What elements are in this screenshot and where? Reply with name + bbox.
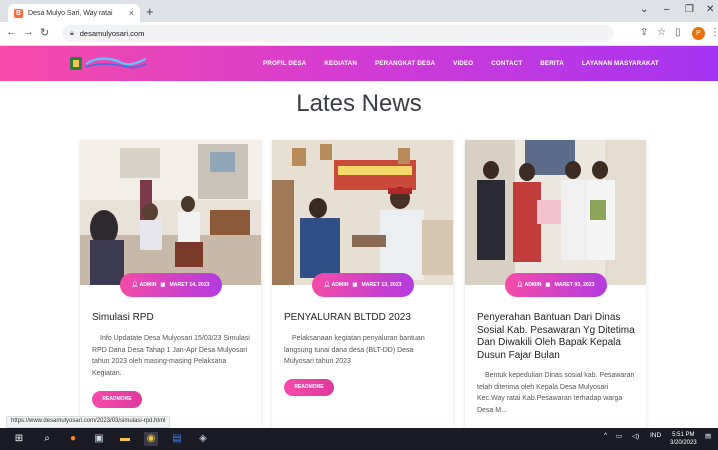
firefox-icon[interactable]: ● [66, 432, 80, 446]
clock-date: 3/20/2023 [670, 440, 697, 446]
nav-perangkat-desa[interactable]: PERANGKAT DESA [375, 60, 435, 67]
url-text: desamulyosari.com [79, 29, 145, 38]
post-meta: 👤︎ ADMIN ▦ MARET 03, 2023 [504, 273, 607, 297]
link-status-url: https://www.desamulyosari.com/2023/03/si… [6, 416, 171, 428]
news-photo[interactable] [80, 140, 261, 285]
readmore-button[interactable]: READMORE [92, 391, 142, 408]
section-heading: Lates News [296, 90, 422, 117]
system-clock[interactable]: 5:51 PM 3/20/2023 [670, 431, 697, 447]
readmore-button[interactable]: READMORE [284, 379, 334, 396]
browser-toolbar: ← → ↻ 🔒︎ desamulyosari.com ⇪ ☆ ▯ P ⋮ [0, 22, 718, 46]
site-logo[interactable] [70, 55, 148, 72]
post-excerpt: Pelaksanaan kegiatan penyaluran bantuan … [284, 335, 425, 365]
windows-taskbar: ⊞ ⌕ ● ▣ ▬ ◉ ▤ ◈ ^ ▭ ◁) IND 5:51 PM 3/20/… [0, 428, 718, 450]
calendar-icon: ▦ [545, 282, 551, 288]
language-indicator[interactable]: IND [650, 432, 661, 439]
calendar-icon: ▦ [160, 282, 166, 288]
post-date[interactable]: MARET 03, 2023 [554, 282, 594, 288]
forward-icon[interactable]: → [23, 26, 34, 38]
news-photo[interactable] [465, 140, 646, 285]
news-card: 👤︎ ADMIN ▦ MARET 14, 2023 Simulasi RPD In… [80, 140, 261, 428]
tray-chevron-icon[interactable]: ^ [604, 432, 607, 439]
post-date[interactable]: MARET 13, 2023 [361, 282, 401, 288]
tab-search-icon[interactable]: ⌄ [640, 4, 648, 15]
lock-icon: 🔒︎ [70, 29, 74, 37]
chrome-icon[interactable]: ◉ [144, 432, 158, 446]
nav-contact[interactable]: CONTACT [491, 60, 522, 67]
post-excerpt: Bentuk kepedulian Dinas sosial kab. Pesa… [477, 372, 635, 414]
post-title[interactable]: Penyerahan Bantuan Dari Dinas Sosial Kab… [477, 312, 639, 362]
profile-avatar[interactable]: P [692, 27, 705, 40]
news-photo[interactable] [272, 140, 453, 285]
site-navbar: PROFIL DESA KEGIATAN PERANGKAT DESA VIDE… [0, 46, 718, 81]
address-bar[interactable]: 🔒︎ desamulyosari.com [62, 25, 614, 42]
network-icon[interactable]: ▭ [616, 432, 622, 440]
news-card: 👤︎ ADMIN ▦ MARET 03, 2023 Penyerahan Bant… [465, 140, 646, 428]
notifications-icon[interactable]: ▤ [705, 432, 711, 440]
user-icon: 👤︎ [516, 282, 524, 288]
menu-kebab-icon[interactable]: ⋮ [710, 27, 718, 38]
news-card: 👤︎ ADMIN ▦ MARET 13, 2023 PENYALURAN BLTD… [272, 140, 453, 428]
store-icon[interactable]: ▣ [92, 432, 106, 446]
site-favicon-icon: B [14, 8, 23, 18]
browser-tab[interactable]: B Desa Mulyo Sari, Way ratai × [8, 4, 140, 22]
post-author[interactable]: ADMIN [525, 282, 542, 288]
minimize-icon[interactable]: – [664, 4, 670, 15]
volume-icon[interactable]: ◁) [632, 432, 639, 440]
file-explorer-icon[interactable]: ▬ [118, 432, 132, 446]
share-icon[interactable]: ⇪ [640, 27, 648, 38]
post-meta: 👤︎ ADMIN ▦ MARET 13, 2023 [311, 273, 414, 297]
nav-profil-desa[interactable]: PROFIL DESA [263, 60, 306, 67]
post-author[interactable]: ADMIN [332, 282, 349, 288]
post-date[interactable]: MARET 14, 2023 [169, 282, 209, 288]
post-meta: 👤︎ ADMIN ▦ MARET 14, 2023 [119, 273, 222, 297]
app-icon[interactable]: ◈ [196, 432, 210, 446]
calendar-icon: ▦ [352, 282, 358, 288]
nav-video[interactable]: VIDEO [453, 60, 473, 67]
word-icon[interactable]: ▤ [170, 432, 184, 446]
post-title[interactable]: Simulasi RPD [92, 312, 254, 325]
clock-time: 5:51 PM [672, 432, 695, 438]
site-nav-links: PROFIL DESA KEGIATAN PERANGKAT DESA VIDE… [263, 46, 677, 81]
back-icon[interactable]: ← [6, 26, 17, 38]
close-tab-icon[interactable]: × [129, 8, 134, 18]
nav-layanan-masyarakat[interactable]: LAYANAN MASYARAKAT [582, 60, 659, 67]
post-title[interactable]: PENYALURAN BLTDD 2023 [284, 312, 446, 325]
bookmark-star-icon[interactable]: ☆ [657, 27, 666, 38]
user-icon: 👤︎ [323, 282, 331, 288]
nav-kegiatan[interactable]: KEGIATAN [324, 60, 357, 67]
tab-title: Desa Mulyo Sari, Way ratai [28, 9, 113, 17]
side-panel-icon[interactable]: ▯ [675, 27, 681, 38]
browser-tab-strip: B Desa Mulyo Sari, Way ratai × + ⌄ – ❐ ✕ [0, 0, 718, 22]
nav-berita[interactable]: BERITA [540, 60, 564, 67]
restore-icon[interactable]: ❐ [685, 4, 694, 15]
user-icon: 👤︎ [131, 282, 139, 288]
post-excerpt: Info Updatate Desa Mulyosari 15/03/23 Si… [92, 335, 250, 377]
search-icon[interactable]: ⌕ [40, 432, 54, 446]
windows-start-icon[interactable]: ⊞ [12, 432, 26, 446]
reload-icon[interactable]: ↻ [40, 26, 49, 39]
new-tab-button[interactable]: + [146, 5, 154, 19]
post-author[interactable]: ADMIN [140, 282, 157, 288]
close-window-icon[interactable]: ✕ [706, 4, 714, 15]
